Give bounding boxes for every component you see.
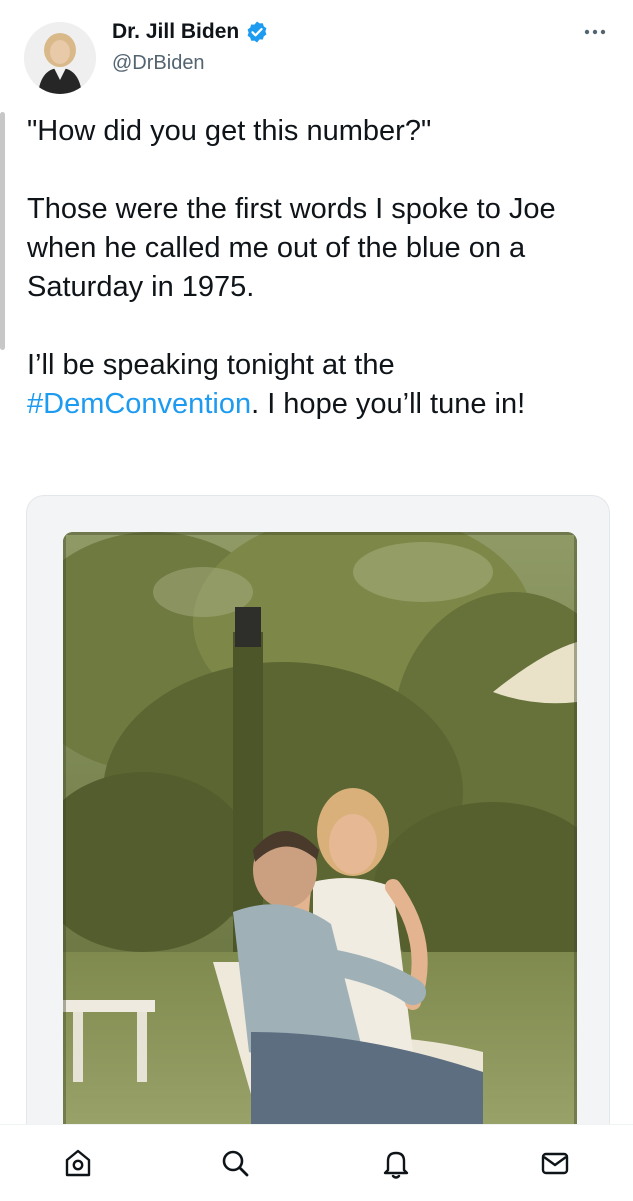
vintage-photo[interactable] [63,532,577,1136]
tweet-text-para3-before: I’ll be speaking tonight at the [27,349,403,381]
mail-icon[interactable] [535,1143,575,1183]
search-icon[interactable] [215,1143,255,1183]
avatar[interactable] [24,22,96,94]
bell-icon[interactable] [376,1143,416,1183]
author-display-name[interactable]: Dr. Jill Biden [112,20,239,44]
author-name-row[interactable]: Dr. Jill Biden [112,20,269,44]
tweet-text: "How did you get this number?" Those wer… [27,112,607,424]
home-icon[interactable] [58,1143,98,1183]
tweet-text-para3-after: . I hope you’ll tune in! [251,388,526,420]
scroll-indicator[interactable] [0,112,5,350]
more-horizontal-icon[interactable] [583,22,607,42]
media-card[interactable] [26,495,610,1136]
verified-badge-icon [245,20,269,44]
author-handle[interactable]: @DrBiden [112,52,205,75]
bottom-tab-bar [0,1124,633,1201]
tweet-text-line1: "How did you get this number?" [27,115,432,147]
tweet-header: Dr. Jill Biden @DrBiden [0,0,633,100]
hashtag-link[interactable]: #DemConvention [27,388,251,420]
tweet-text-para2: Those were the first words I spoke to Jo… [27,193,564,303]
